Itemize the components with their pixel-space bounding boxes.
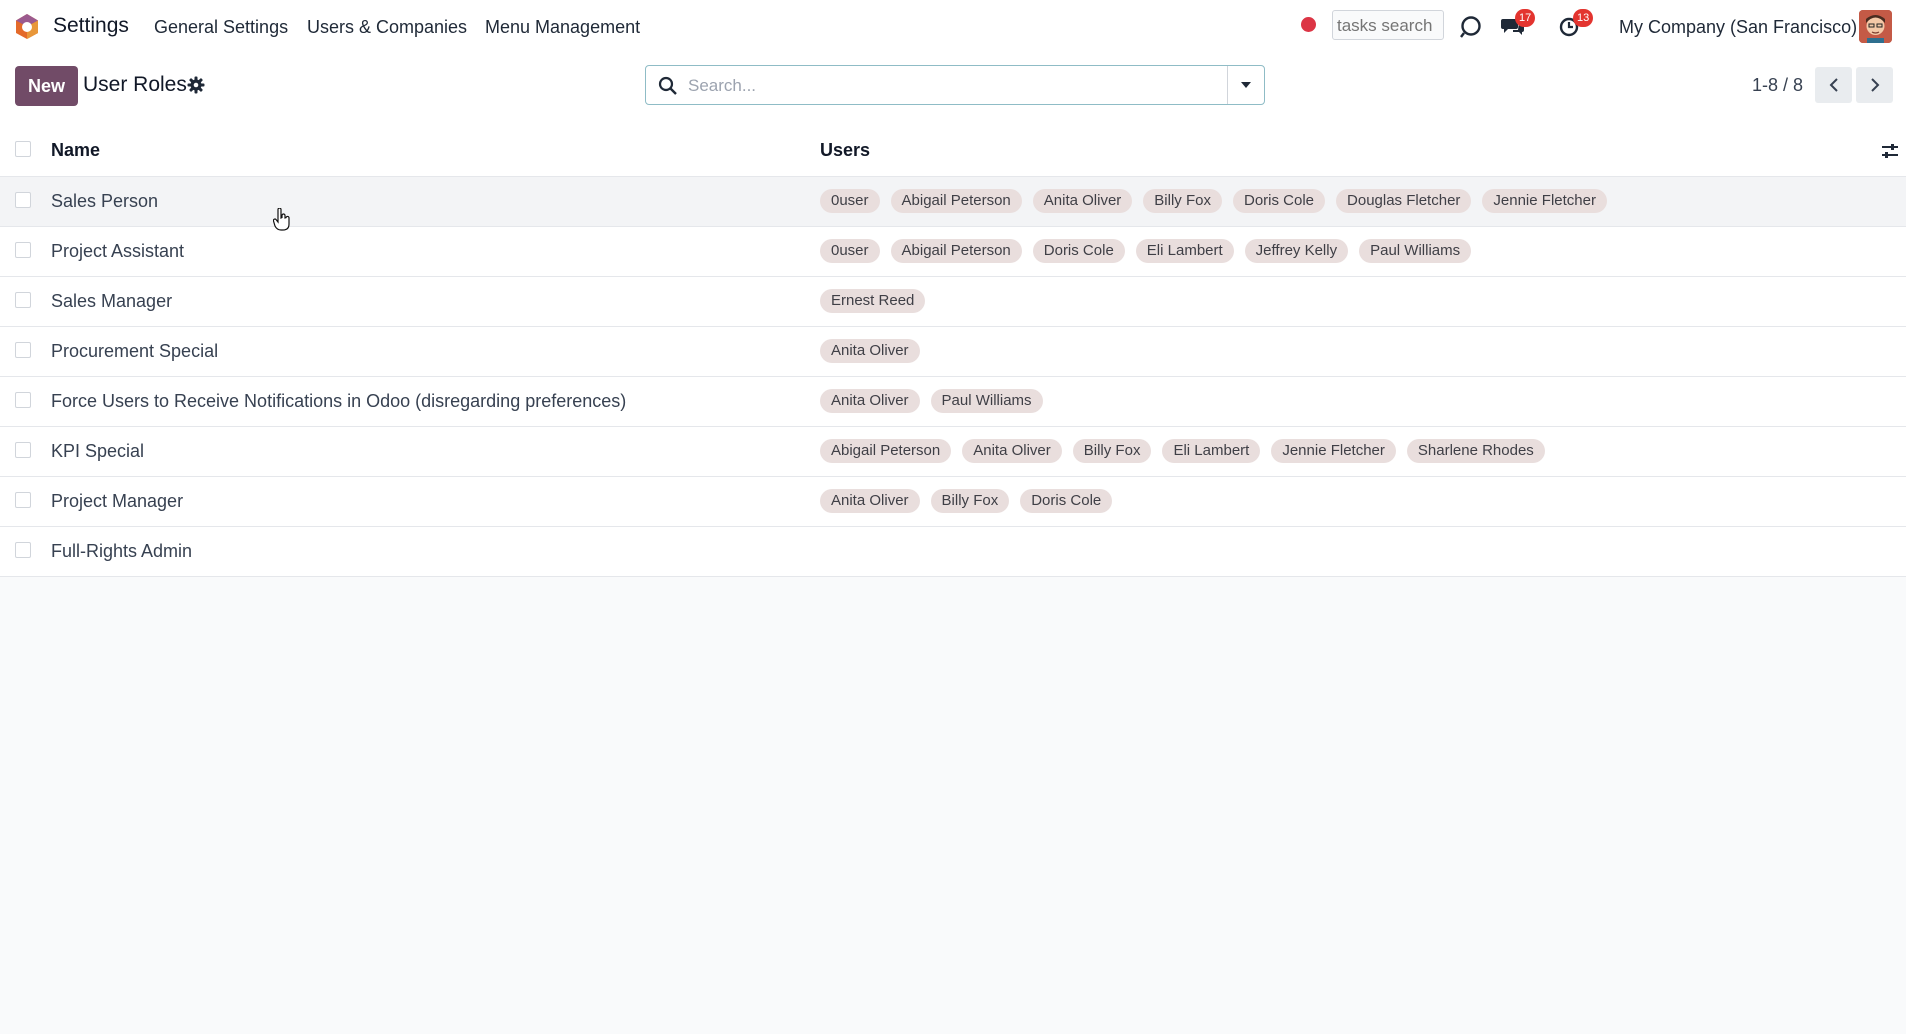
- menu-general-settings[interactable]: General Settings: [154, 17, 288, 38]
- search-bar: [645, 65, 1265, 105]
- optional-columns-sliders-icon[interactable]: [1881, 142, 1899, 160]
- role-users: 0user Abigail Peterson Doris Cole Eli Lambe…: [820, 239, 1472, 263]
- user-avatar[interactable]: [1859, 10, 1892, 43]
- activities-button[interactable]: 13: [1558, 9, 1594, 39]
- user-tag[interactable]: Doris Cole: [1032, 239, 1125, 263]
- select-all-checkbox[interactable]: [15, 141, 31, 157]
- row-checkbox[interactable]: [15, 442, 31, 458]
- role-users: Ernest Reed: [820, 289, 926, 313]
- table-row[interactable]: Procurement Special Anita Oliver: [0, 327, 1906, 377]
- user-tag[interactable]: Eli Lambert: [1135, 239, 1234, 263]
- search-icon: [658, 76, 677, 95]
- control-panel: New User Roles 1-8 / 8: [0, 53, 1906, 127]
- role-name[interactable]: Procurement Special: [51, 341, 218, 362]
- user-tag[interactable]: Anita Oliver: [1032, 189, 1133, 213]
- messages-badge: 17: [1515, 9, 1536, 27]
- roles-list: Name Users Sales Person 0user Abigail Pete…: [0, 126, 1906, 577]
- role-name[interactable]: Sales Manager: [51, 291, 172, 312]
- user-tag[interactable]: Doris Cole: [1232, 189, 1326, 213]
- table-row[interactable]: Project Manager Anita Oliver Billy Fox Dori…: [0, 477, 1906, 527]
- app-name[interactable]: Settings: [53, 14, 129, 38]
- recording-indicator-icon[interactable]: [1301, 17, 1316, 32]
- user-tag[interactable]: Jennie Fletcher: [1271, 439, 1396, 463]
- user-tag[interactable]: Sharlene Rhodes: [1406, 439, 1545, 463]
- tasks-search-input[interactable]: [1332, 10, 1444, 40]
- user-tag[interactable]: Billy Fox: [1143, 189, 1222, 213]
- table-row[interactable]: Project Assistant 0user Abigail Peterson Do…: [0, 227, 1906, 277]
- row-checkbox[interactable]: [15, 542, 31, 558]
- new-button[interactable]: New: [15, 66, 78, 106]
- role-users: 0user Abigail Peterson Anita Oliver Billy F…: [820, 189, 1607, 213]
- menu-menu-management[interactable]: Menu Management: [485, 17, 640, 38]
- user-tag[interactable]: Billy Fox: [930, 489, 1010, 513]
- user-tag[interactable]: Paul Williams: [1359, 239, 1472, 263]
- table-row[interactable]: KPI Special Abigail Peterson Anita Oliver B…: [0, 427, 1906, 477]
- table-row[interactable]: Sales Manager Ernest Reed: [0, 277, 1906, 327]
- menu-users-companies[interactable]: Users & Companies: [307, 17, 467, 38]
- role-name[interactable]: Project Assistant: [51, 241, 184, 262]
- bug-icon[interactable]: [1458, 13, 1484, 39]
- user-tag[interactable]: Ernest Reed: [820, 289, 926, 313]
- role-users: Anita Oliver: [820, 339, 920, 363]
- chevron-left-icon: [1829, 78, 1838, 92]
- caret-down-icon: [1241, 82, 1251, 88]
- activities-badge: 13: [1573, 9, 1594, 27]
- list-header: Name Users: [0, 126, 1906, 177]
- table-row[interactable]: Force Users to Receive Notifications in …: [0, 377, 1906, 427]
- column-header-users[interactable]: Users: [820, 140, 870, 161]
- user-tag[interactable]: Anita Oliver: [962, 439, 1062, 463]
- role-users: Anita Oliver Billy Fox Doris Cole: [820, 489, 1113, 513]
- column-header-name[interactable]: Name: [51, 140, 100, 161]
- pager-value[interactable]: 1-8 / 8: [1752, 75, 1803, 96]
- user-tag[interactable]: Douglas Fletcher: [1336, 189, 1472, 213]
- messages-button[interactable]: 17: [1500, 9, 1536, 39]
- table-row[interactable]: Full-Rights Admin: [0, 527, 1906, 577]
- avatar-face-icon: [1859, 10, 1892, 43]
- row-checkbox[interactable]: [15, 392, 31, 408]
- user-tag[interactable]: Paul Williams: [930, 389, 1043, 413]
- page-title: User Roles: [83, 73, 187, 96]
- user-tag[interactable]: Billy Fox: [1072, 439, 1152, 463]
- role-users: Anita Oliver Paul Williams: [820, 389, 1043, 413]
- table-row[interactable]: Sales Person 0user Abigail Peterson Anita O…: [0, 177, 1906, 227]
- user-tag[interactable]: Jennie Fletcher: [1482, 189, 1607, 213]
- gear-icon[interactable]: [187, 76, 205, 94]
- pager-previous-button[interactable]: [1815, 67, 1852, 103]
- search-options-toggle[interactable]: [1227, 66, 1264, 104]
- user-tag[interactable]: Doris Cole: [1020, 489, 1113, 513]
- row-checkbox[interactable]: [15, 492, 31, 508]
- row-checkbox[interactable]: [15, 292, 31, 308]
- user-tag[interactable]: Jeffrey Kelly: [1244, 239, 1349, 263]
- user-tag[interactable]: 0user: [820, 189, 880, 213]
- role-name[interactable]: KPI Special: [51, 441, 144, 462]
- top-navbar: Settings General Settings Users & Compan…: [0, 0, 1906, 53]
- search-input[interactable]: [686, 67, 1210, 105]
- role-name[interactable]: Force Users to Receive Notifications in …: [51, 391, 626, 412]
- company-switcher[interactable]: My Company (San Francisco): [1619, 17, 1857, 38]
- user-tag[interactable]: Eli Lambert: [1162, 439, 1261, 463]
- row-checkbox[interactable]: [15, 242, 31, 258]
- odoo-logo-icon[interactable]: [14, 13, 40, 40]
- user-tag[interactable]: Anita Oliver: [820, 489, 920, 513]
- user-tag[interactable]: Anita Oliver: [820, 389, 920, 413]
- role-name[interactable]: Sales Person: [51, 191, 158, 212]
- row-checkbox[interactable]: [15, 342, 31, 358]
- user-tag[interactable]: 0user: [820, 239, 880, 263]
- user-tag[interactable]: Abigail Peterson: [890, 189, 1022, 213]
- role-name[interactable]: Full-Rights Admin: [51, 541, 192, 562]
- user-tag[interactable]: Anita Oliver: [820, 339, 920, 363]
- role-users: Abigail Peterson Anita Oliver Billy Fox Eli…: [820, 439, 1545, 463]
- role-name[interactable]: Project Manager: [51, 491, 183, 512]
- user-tag[interactable]: Abigail Peterson: [890, 239, 1022, 263]
- chevron-right-icon: [1870, 78, 1879, 92]
- pager-next-button[interactable]: [1856, 67, 1893, 103]
- row-checkbox[interactable]: [15, 192, 31, 208]
- user-tag[interactable]: Abigail Peterson: [820, 439, 952, 463]
